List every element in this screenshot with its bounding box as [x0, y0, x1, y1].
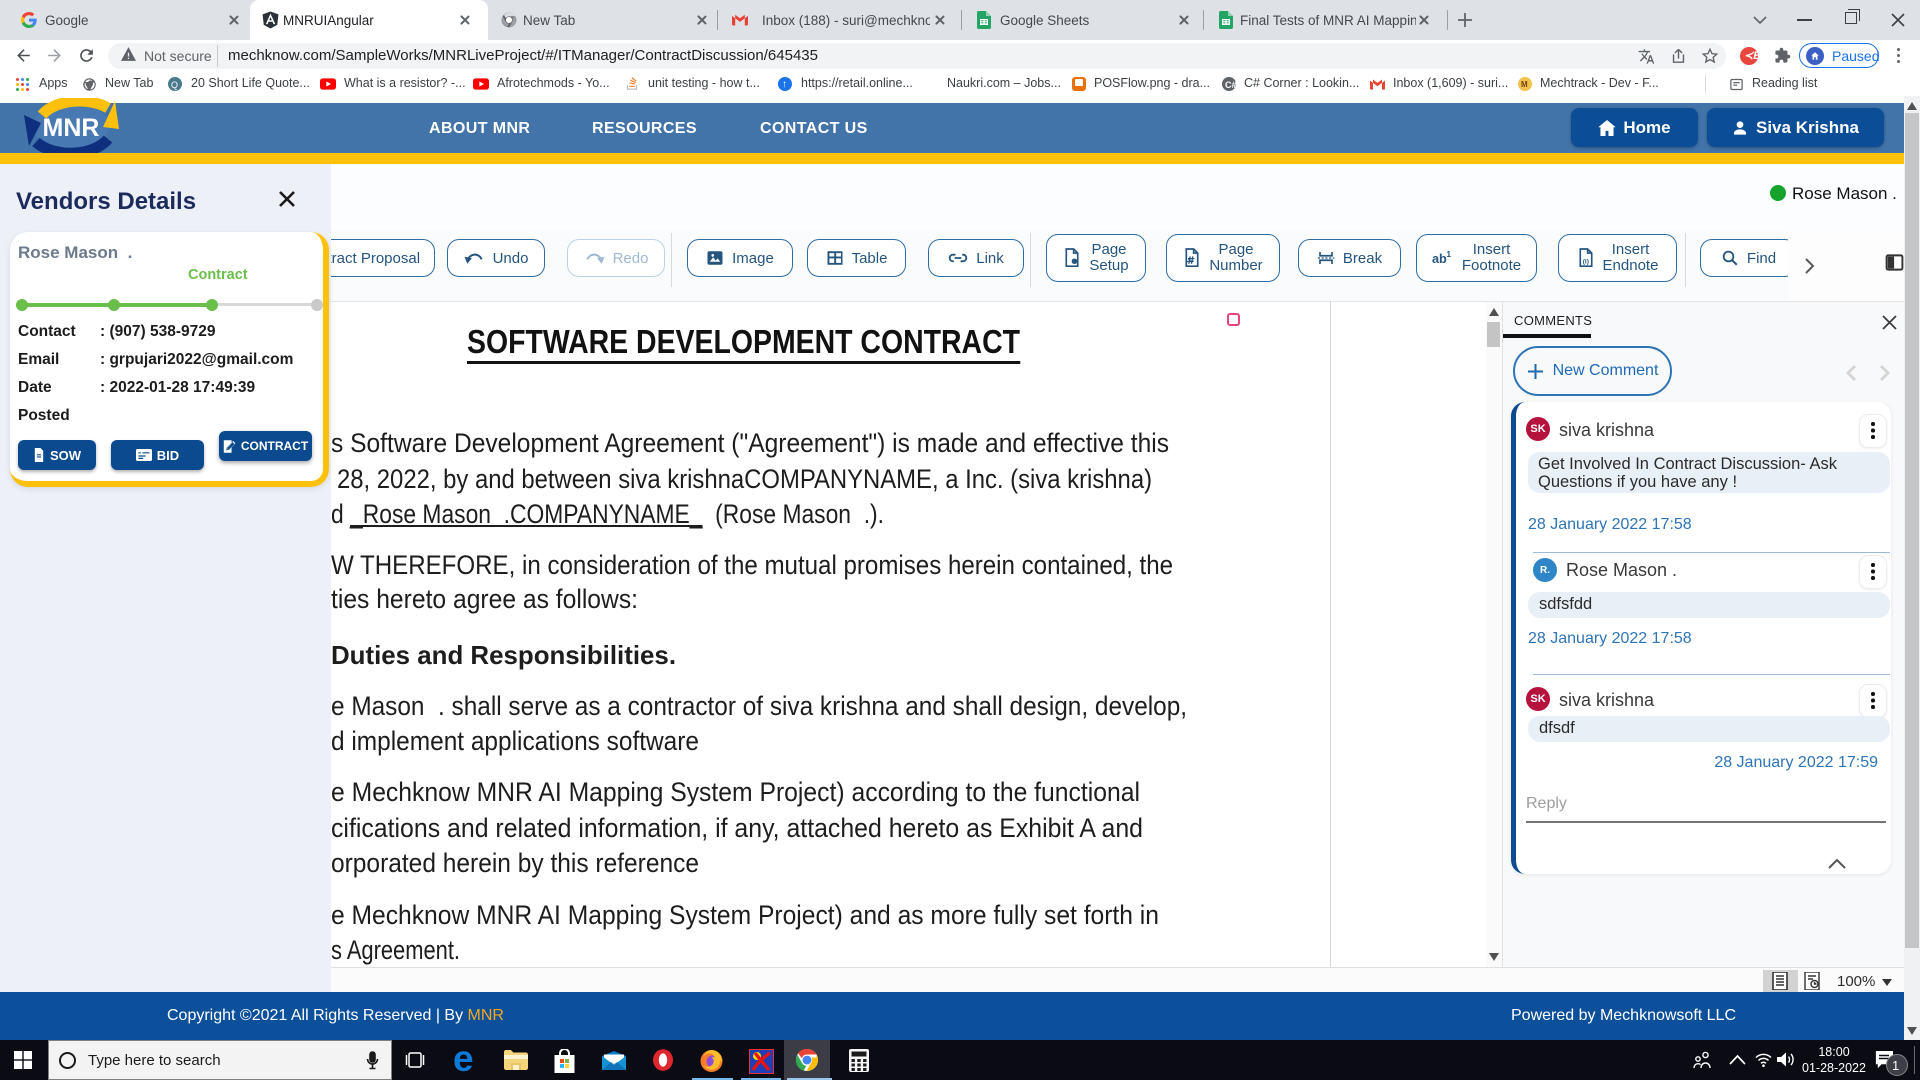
svg-text:ab: ab [1432, 252, 1447, 266]
svg-text:1: 1 [1446, 249, 1451, 259]
svg-text:(i): (i) [1582, 259, 1588, 266]
svg-text:MNR: MNR [43, 114, 100, 142]
